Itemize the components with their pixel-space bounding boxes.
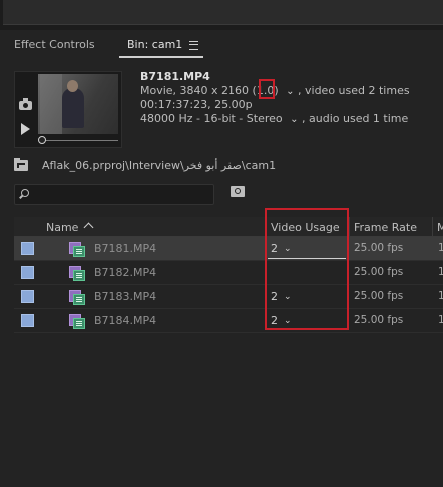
- top-bar: [0, 0, 443, 30]
- frame-rate-cell: 25.00 fps: [354, 242, 404, 254]
- column-name[interactable]: Name: [46, 221, 78, 234]
- media-start-cell: 1: [438, 290, 443, 302]
- clip-title: B7181.MP4: [140, 70, 210, 83]
- play-icon[interactable]: [21, 123, 30, 135]
- label-color-swatch[interactable]: [21, 314, 34, 327]
- frame-rate-cell: 25.00 fps: [354, 290, 404, 302]
- table-row[interactable]: B7184.MP4 2 ⌄ 25.00 fps 1: [14, 309, 443, 333]
- top-strip: [3, 0, 443, 25]
- active-tab-indicator: [119, 56, 203, 58]
- av-clip-icon: [69, 242, 85, 257]
- label-color-swatch[interactable]: [21, 290, 34, 303]
- preview-scrub-handle[interactable]: [38, 136, 46, 144]
- clip-name: B7184.MP4: [94, 314, 157, 327]
- video-info-text: Movie, 3840 x 2160 (1.0): [140, 84, 279, 97]
- media-start-cell: 1: [438, 314, 443, 326]
- table-row[interactable]: B7182.MP4 25.00 fps 1: [14, 261, 443, 285]
- highlight-box-video-dropdown: [259, 79, 275, 99]
- search-icon: [21, 189, 29, 197]
- clip-name: B7183.MP4: [94, 290, 157, 303]
- clip-audio-info: 48000 Hz - 16-bit - Stereo ⌄ , audio use…: [140, 112, 408, 125]
- panel-menu-icon[interactable]: [189, 41, 198, 50]
- video-usage-dropdown-icon[interactable]: ⌄: [286, 86, 294, 97]
- frame-rate-cell: 25.00 fps: [354, 314, 404, 326]
- label-color-swatch[interactable]: [21, 266, 34, 279]
- preview-scrub-track[interactable]: [40, 140, 118, 141]
- audio-info-text: 48000 Hz - 16-bit - Stereo: [140, 112, 283, 125]
- tab-effect-controls[interactable]: Effect Controls: [14, 38, 95, 51]
- tab-bin-cam1[interactable]: Bin: cam1: [127, 38, 182, 51]
- folder-up-icon[interactable]: [14, 158, 28, 171]
- column-frame-rate[interactable]: Frame Rate: [354, 221, 417, 234]
- av-clip-icon: [69, 266, 85, 281]
- camera-icon[interactable]: [19, 98, 32, 110]
- label-color-swatch[interactable]: [21, 242, 34, 255]
- clip-duration-info: 00:17:37:23, 25.00p: [140, 98, 253, 111]
- column-divider[interactable]: [432, 217, 433, 236]
- search-input[interactable]: [14, 184, 214, 205]
- audio-usage-dropdown-icon[interactable]: ⌄: [290, 114, 298, 125]
- video-usage-text: , video used 2 times: [298, 84, 410, 97]
- column-divider[interactable]: [349, 217, 350, 236]
- clip-name: B7182.MP4: [94, 266, 157, 279]
- table-header: Name Video Usage Frame Rate M: [14, 217, 443, 237]
- panel-tabs: Effect Controls Bin: cam1: [3, 34, 443, 58]
- table-row[interactable]: B7181.MP4 2 ⌄ 25.00 fps 1: [14, 237, 443, 261]
- clip-thumbnail[interactable]: [38, 74, 118, 134]
- av-clip-icon: [69, 314, 85, 329]
- audio-usage-text: , audio used 1 time: [302, 112, 409, 125]
- av-clip-icon: [69, 290, 85, 305]
- frame-rate-cell: 25.00 fps: [354, 266, 404, 278]
- thumbnail-light: [40, 74, 62, 134]
- bin-path: Aflak_06.prproj\Interview\صقر أبو فخر\ca…: [42, 159, 277, 172]
- highlight-box-video-usage-column: [265, 208, 349, 330]
- media-start-cell: 1: [438, 242, 443, 254]
- column-media-start[interactable]: M: [437, 221, 443, 234]
- thumbnail-figure: [62, 88, 84, 128]
- media-start-cell: 1: [438, 266, 443, 278]
- table-row[interactable]: B7183.MP4 2 ⌄ 25.00 fps 1: [14, 285, 443, 309]
- sort-ascending-icon[interactable]: [83, 222, 94, 233]
- find-in-bin-icon[interactable]: [231, 186, 245, 197]
- clip-name: B7181.MP4: [94, 242, 157, 255]
- thumbnail-head: [67, 80, 78, 92]
